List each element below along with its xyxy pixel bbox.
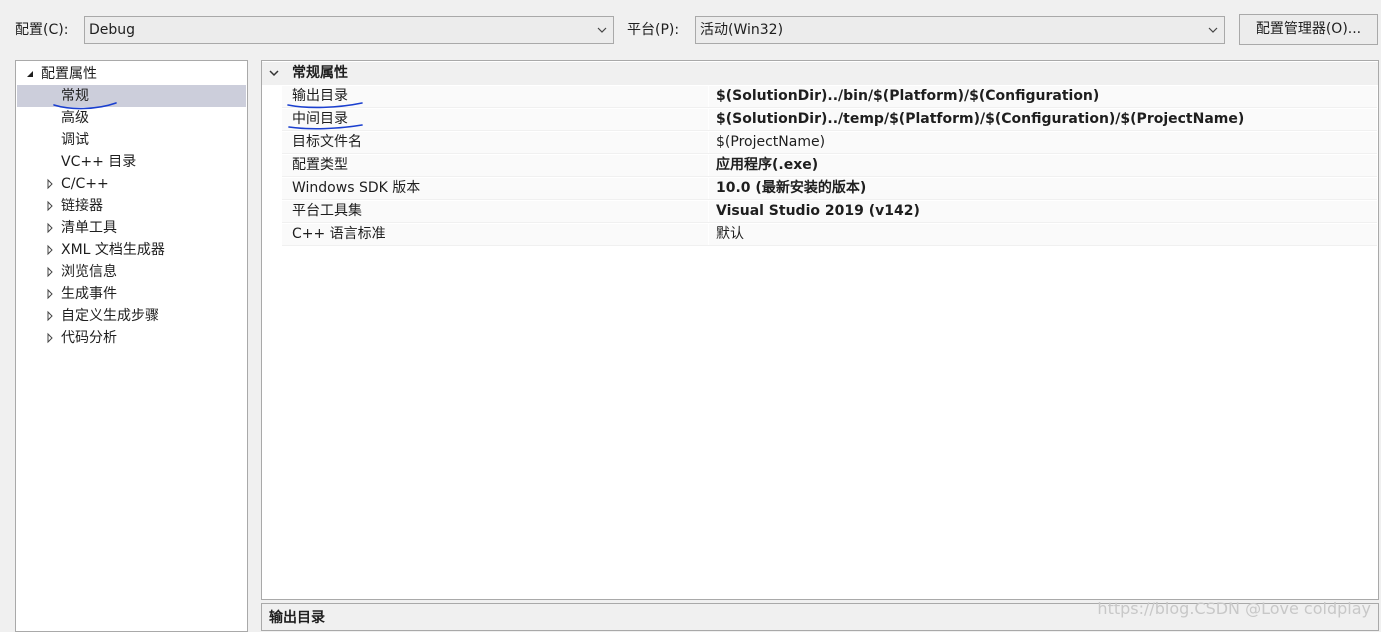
tree-item-label: 生成事件 — [61, 286, 117, 302]
property-grid: 常规属性 输出目录 $(SolutionDir)../bin/$(Platfor… — [261, 60, 1379, 600]
section-header[interactable]: 常规属性 — [262, 62, 1378, 85]
property-value[interactable]: 应用程序(.exe) — [716, 154, 818, 176]
property-value[interactable]: $(SolutionDir)../bin/$(Platform)/$(Confi… — [716, 85, 1099, 107]
description-title: 输出目录 — [269, 610, 325, 626]
expanded-triangle-icon — [27, 71, 33, 77]
property-value[interactable]: $(ProjectName) — [716, 131, 825, 153]
property-row-output-dir[interactable]: 输出目录 $(SolutionDir)../bin/$(Platform)/$(… — [262, 85, 1378, 108]
handwritten-underline — [287, 102, 363, 130]
property-row-configuration-type[interactable]: 配置类型 应用程序(.exe) — [262, 154, 1378, 177]
property-row-cpp-standard[interactable]: C++ 语言标准 默认 — [262, 223, 1378, 246]
tree-item-label: 调试 — [61, 132, 89, 148]
property-value[interactable]: 10.0 (最新安装的版本) — [716, 177, 866, 199]
tree-item-xml-doc-generator[interactable]: XML 文档生成器 — [16, 239, 247, 261]
collapsed-triangle-icon — [47, 332, 53, 344]
tree-item-c-cpp[interactable]: C/C++ — [16, 173, 247, 195]
property-value[interactable]: Visual Studio 2019 (v142) — [716, 200, 920, 222]
config-dropdown-value: Debug — [89, 22, 136, 38]
chevron-down-icon — [269, 70, 279, 77]
collapsed-triangle-icon — [47, 178, 53, 190]
property-value[interactable]: $(SolutionDir)../temp/$(Platform)/$(Conf… — [716, 108, 1244, 130]
platform-dropdown-value: 活动(Win32) — [700, 22, 784, 38]
property-row-platform-toolset[interactable]: 平台工具集 Visual Studio 2019 (v142) — [262, 200, 1378, 223]
property-name: C++ 语言标准 — [292, 226, 386, 242]
property-name: Windows SDK 版本 — [292, 180, 421, 196]
tree-item-label: 代码分析 — [61, 330, 117, 346]
tree-root-label: 配置属性 — [41, 66, 97, 82]
tree-item-label: XML 文档生成器 — [61, 242, 165, 258]
tree-item-vc-directories[interactable]: VC++ 目录 — [16, 151, 247, 173]
property-row-target-name[interactable]: 目标文件名 $(ProjectName) — [262, 131, 1378, 154]
tree-item-label: 链接器 — [61, 198, 103, 214]
tree-item-build-events[interactable]: 生成事件 — [16, 283, 247, 305]
tree-item-debugging[interactable]: 调试 — [16, 129, 247, 151]
handwritten-underline — [53, 102, 117, 110]
property-name: 配置类型 — [292, 157, 348, 173]
collapsed-triangle-icon — [47, 266, 53, 278]
tree-item-label: 自定义生成步骤 — [61, 308, 159, 324]
platform-dropdown[interactable]: 活动(Win32) — [695, 16, 1225, 44]
tree-item-browse-info[interactable]: 浏览信息 — [16, 261, 247, 283]
tree-root[interactable]: 配置属性 — [16, 63, 247, 85]
tree-item-label: VC++ 目录 — [61, 154, 137, 170]
tree-item-label: C/C++ — [61, 176, 109, 192]
chevron-down-icon — [597, 27, 607, 33]
config-manager-button[interactable]: 配置管理器(O)... — [1239, 14, 1378, 45]
tree-item-code-analysis[interactable]: 代码分析 — [16, 327, 247, 349]
config-dropdown[interactable]: Debug — [84, 16, 614, 44]
tree-item-linker[interactable]: 链接器 — [16, 195, 247, 217]
property-row-intermediate-dir[interactable]: 中间目录 $(SolutionDir)../temp/$(Platform)/$… — [262, 108, 1378, 131]
tree-item-label: 浏览信息 — [61, 264, 117, 280]
watermark: https://blog.CSDN @Love coldplay — [1097, 599, 1371, 618]
property-row-windows-sdk[interactable]: Windows SDK 版本 10.0 (最新安装的版本) — [262, 177, 1378, 200]
collapsed-triangle-icon — [47, 288, 53, 300]
property-name: 平台工具集 — [292, 203, 362, 219]
tree-item-manifest-tool[interactable]: 清单工具 — [16, 217, 247, 239]
tree-item-advanced[interactable]: 高级 — [16, 107, 247, 129]
collapsed-triangle-icon — [47, 222, 53, 234]
chevron-down-icon — [1208, 27, 1218, 33]
property-name: 目标文件名 — [292, 134, 362, 150]
tree-item-label: 清单工具 — [61, 220, 117, 236]
collapsed-triangle-icon — [47, 244, 53, 256]
tree-item-custom-build-step[interactable]: 自定义生成步骤 — [16, 305, 247, 327]
platform-label: 平台(P): — [627, 22, 680, 38]
collapsed-triangle-icon — [47, 200, 53, 212]
property-value[interactable]: 默认 — [716, 223, 744, 245]
section-title: 常规属性 — [292, 65, 348, 81]
property-tree: 配置属性 常规 高级 调试 VC++ 目录 C/C++ 链接器 清单工具 XML… — [15, 60, 248, 632]
collapsed-triangle-icon — [47, 310, 53, 322]
config-label: 配置(C): — [15, 22, 69, 38]
